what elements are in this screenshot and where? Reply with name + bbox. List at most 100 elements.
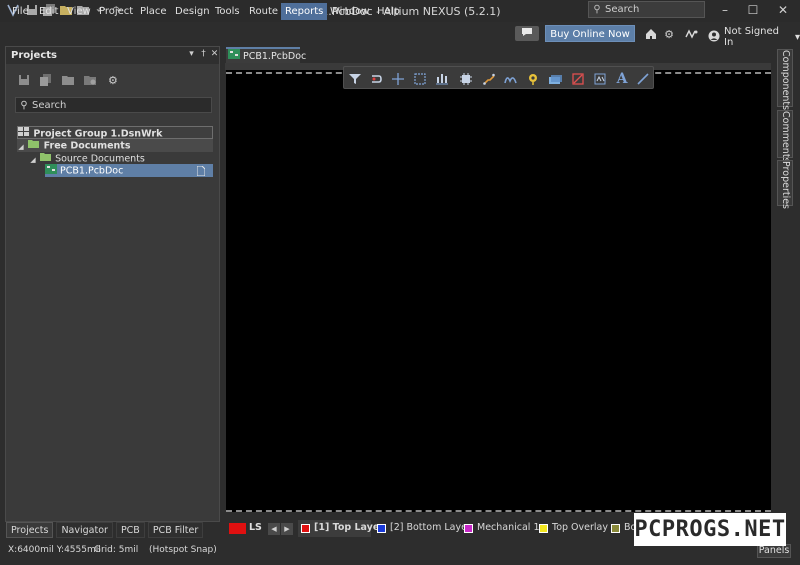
menu-help[interactable]: Help xyxy=(375,3,402,20)
panel-search-input[interactable] xyxy=(32,99,202,111)
user-icon xyxy=(708,30,720,45)
panel-header: Projects ▾ † ✕ xyxy=(6,47,219,64)
active-bar-toolbar: A xyxy=(343,66,654,89)
tree-item-project-group[interactable]: Project Group 1.DsnWrk xyxy=(17,126,213,140)
tree-label: Free Documents xyxy=(43,140,131,152)
layer-color-swatch xyxy=(464,524,473,533)
component-icon[interactable] xyxy=(458,71,474,87)
layer-label: Top Overlay xyxy=(552,522,608,533)
tab-properties[interactable]: Properties xyxy=(777,160,793,209)
menu-route[interactable]: Route xyxy=(247,3,280,20)
panels-button[interactable]: Panels xyxy=(757,544,791,558)
menu-bar xyxy=(0,22,800,44)
tab-components[interactable]: Components xyxy=(777,49,793,110)
tab-pcb-filter[interactable]: PCB Filter xyxy=(147,522,204,538)
interactive-routing-icon[interactable] xyxy=(502,71,518,87)
panel-title: Projects xyxy=(11,50,58,61)
tab-pcb[interactable]: PCB xyxy=(115,522,145,538)
tab-comments[interactable]: Comments xyxy=(777,110,793,163)
chevron-down-icon: ▾ xyxy=(794,31,800,43)
user-label: Not Signed In xyxy=(724,26,780,48)
global-search[interactable]: ⚲ xyxy=(588,1,705,18)
panel-menu-button[interactable]: ▾ xyxy=(186,49,197,61)
layer-tab-top-overlay[interactable]: Top Overlay xyxy=(536,520,608,537)
menu-tools[interactable]: Tools xyxy=(213,3,242,20)
layer-color-swatch xyxy=(377,524,386,533)
project-folder-icon[interactable] xyxy=(62,74,76,88)
current-layer-swatch[interactable] xyxy=(229,523,246,534)
menu-edit[interactable]: Edit xyxy=(37,3,60,20)
search-icon: ⚲ xyxy=(593,4,601,15)
layer-next-button[interactable]: ▶ xyxy=(281,523,293,535)
layer-tab-bottom[interactable]: [2] Bottom Layer xyxy=(374,520,471,537)
project-options-icon[interactable] xyxy=(84,74,98,88)
menu-window[interactable]: Window xyxy=(328,3,371,20)
keepout-icon[interactable] xyxy=(570,71,586,87)
layer-color-swatch xyxy=(611,524,620,533)
document-tab[interactable]: PCB1.PcbDoc xyxy=(226,47,306,63)
save-icon[interactable] xyxy=(18,74,32,88)
layer-set-label[interactable]: LS xyxy=(249,522,262,533)
layer-tab-mechanical[interactable]: Mechanical 1 xyxy=(461,520,540,537)
tab-projects[interactable]: Projects xyxy=(6,522,54,538)
feedback-button[interactable] xyxy=(515,26,539,41)
buy-online-button[interactable]: Buy Online Now xyxy=(545,25,635,42)
polygon-pour-icon[interactable] xyxy=(547,71,563,87)
panel-search[interactable]: ⚲ xyxy=(15,97,212,113)
maximize-button[interactable]: ☐ xyxy=(738,0,768,20)
board-outline-bottom xyxy=(226,510,771,512)
menu-project[interactable]: Project xyxy=(97,3,135,20)
layer-label: [2] Bottom Layer xyxy=(390,522,471,533)
expand-arrow-icon[interactable]: ◢ xyxy=(29,154,37,167)
cursor-coordinates: X:6400mil Y:4555mil xyxy=(8,545,101,555)
tab-navigator[interactable]: Navigator xyxy=(56,522,113,538)
search-icon: ⚲ xyxy=(20,99,28,111)
user-account[interactable]: Not Signed In ▾ xyxy=(708,26,800,48)
layer-color-swatch xyxy=(539,524,548,533)
menu-file[interactable]: File xyxy=(10,3,31,20)
menu-place[interactable]: Place xyxy=(138,3,169,20)
pin-icon[interactable]: † xyxy=(198,49,209,61)
projects-panel: Projects ▾ † ✕ ⚙ ⚲ Project Group 1.DsnWr… xyxy=(5,46,220,522)
panel-close-button[interactable]: ✕ xyxy=(209,49,220,61)
tree-item-free-documents[interactable]: ◢ Free Documents xyxy=(17,139,213,152)
home-icon[interactable] xyxy=(643,26,659,42)
line-tool-icon[interactable] xyxy=(635,71,651,87)
place-via-icon[interactable] xyxy=(525,71,541,87)
pcb-document-icon xyxy=(228,49,240,63)
tree-item-pcb-document[interactable]: PCB1.PcbDoc xyxy=(45,164,213,177)
gear-icon[interactable]: ⚙ xyxy=(108,74,122,88)
layer-tab-top[interactable]: [1] Top Layer xyxy=(298,520,384,537)
layer-prev-button[interactable]: ◀ xyxy=(268,523,280,535)
crosshair-icon[interactable] xyxy=(390,71,406,87)
right-panel-strip: Components Comments Properties xyxy=(774,46,798,522)
tree-label: Source Documents xyxy=(55,153,145,165)
align-icon[interactable] xyxy=(434,71,450,87)
notifications-icon[interactable] xyxy=(683,26,699,42)
layer-label: Mechanical 1 xyxy=(477,522,540,533)
document-tab-label: PCB1.PcbDoc xyxy=(243,50,307,62)
layer-tab-bottom-overlay[interactable]: Bo xyxy=(608,520,636,537)
select-connected-icon[interactable] xyxy=(368,71,384,87)
global-search-input[interactable] xyxy=(605,4,701,15)
select-area-icon[interactable] xyxy=(412,71,428,87)
pcb-canvas[interactable] xyxy=(226,70,771,512)
menu-reports[interactable]: Reports xyxy=(281,3,328,20)
filter-icon[interactable] xyxy=(347,71,363,87)
pcb-document-icon xyxy=(45,164,57,178)
chat-icon xyxy=(521,27,533,40)
document-icon xyxy=(196,165,206,180)
snap-mode: (Hotspot Snap) xyxy=(149,545,217,555)
dimension-icon[interactable] xyxy=(592,71,608,87)
menu-view[interactable]: View xyxy=(65,3,93,20)
menu-design[interactable]: Design xyxy=(173,3,212,20)
gear-icon[interactable]: ⚙ xyxy=(661,26,677,42)
minimize-button[interactable]: – xyxy=(710,0,740,20)
close-button[interactable]: ✕ xyxy=(768,0,798,20)
panel-tabs: Projects Navigator PCB PCB Filter xyxy=(6,522,204,538)
text-tool-icon[interactable]: A xyxy=(614,71,630,87)
tree-label: Project Group 1.DsnWrk xyxy=(33,128,163,140)
route-track-icon[interactable] xyxy=(481,71,497,87)
folder-icon xyxy=(28,139,40,153)
compile-icon[interactable] xyxy=(40,74,54,88)
